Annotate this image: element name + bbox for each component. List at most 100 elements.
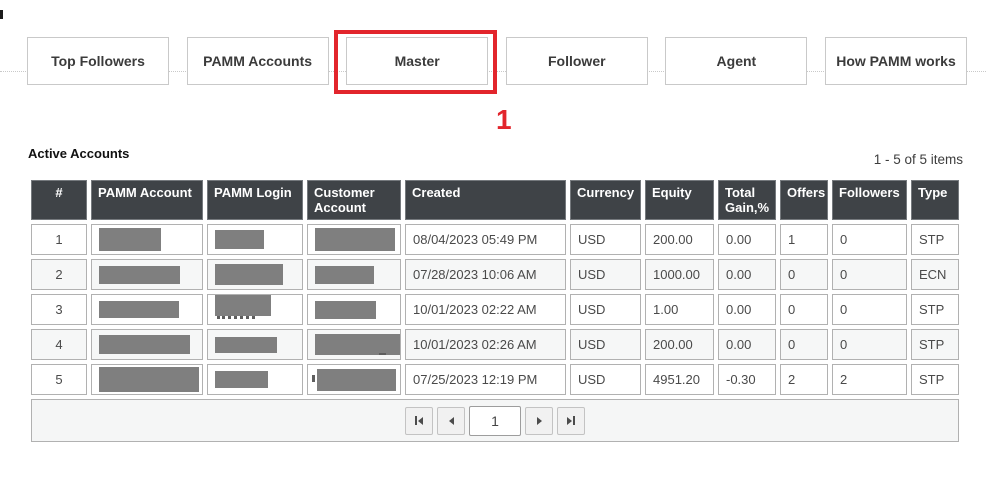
offers-cell: 0 [780, 294, 828, 325]
row-number: 1 [31, 224, 87, 255]
col-header-pamm-account[interactable]: PAMM Account [91, 180, 203, 220]
equity-cell: 200.00 [645, 329, 714, 360]
equity-cell: 1.00 [645, 294, 714, 325]
pamm-account-cell [91, 294, 203, 325]
col-header-followers[interactable]: Followers [832, 180, 907, 220]
section-title: Active Accounts [28, 146, 129, 161]
total-gain-cell: -0.30 [718, 364, 776, 395]
offers-cell: 0 [780, 259, 828, 290]
type-cell: STP [911, 364, 959, 395]
row-number: 3 [31, 294, 87, 325]
currency-cell: USD [570, 364, 641, 395]
table-row: 5 07/25/2023 12:19 PM USD 4951.20 -0.30 … [31, 364, 959, 395]
pamm-login-cell [207, 329, 303, 360]
redacted-value [315, 228, 395, 251]
followers-cell: 0 [832, 259, 907, 290]
table-row: 4 10/01/2023 02:26 AM USD 200.00 0.00 0 … [31, 329, 959, 360]
pamm-accounts-page: Top Followers PAMM Accounts Master Follo… [0, 0, 986, 482]
offers-cell: 0 [780, 329, 828, 360]
followers-cell: 0 [832, 294, 907, 325]
pamm-login-cell [207, 259, 303, 290]
tab-follower[interactable]: Follower [506, 37, 648, 85]
redacted-value [215, 294, 271, 316]
type-cell: ECN [911, 259, 959, 290]
redacted-value [99, 367, 199, 392]
next-page-button[interactable] [525, 407, 553, 435]
annotation-step-number: 1 [496, 104, 512, 136]
equity-cell: 1000.00 [645, 259, 714, 290]
customer-account-cell [307, 294, 401, 325]
redacted-value [99, 228, 161, 251]
customer-account-cell [307, 224, 401, 255]
first-page-button[interactable] [405, 407, 433, 435]
customer-account-cell [307, 259, 401, 290]
col-header-type[interactable]: Type [911, 180, 959, 220]
pamm-login-cell [207, 294, 303, 325]
redacted-value [315, 266, 374, 284]
row-number: 5 [31, 364, 87, 395]
page-number-input[interactable] [469, 406, 521, 436]
prev-page-button[interactable] [437, 407, 465, 435]
previous-page-icon [449, 417, 454, 425]
pamm-account-cell [91, 224, 203, 255]
redacted-value [315, 301, 376, 319]
redacted-value [99, 266, 180, 284]
offers-cell: 2 [780, 364, 828, 395]
col-header-currency[interactable]: Currency [570, 180, 641, 220]
next-page-icon [537, 417, 542, 425]
col-header-total-gain[interactable]: Total Gain,% [718, 180, 776, 220]
pamm-account-cell [91, 329, 203, 360]
table-row: 3 10/01/2023 02:22 AM USD 1.00 0.00 0 0 … [31, 294, 959, 325]
currency-cell: USD [570, 294, 641, 325]
row-number: 4 [31, 329, 87, 360]
pagination-controls [32, 406, 958, 436]
text-remnant [312, 375, 315, 382]
redacted-value [315, 334, 400, 355]
redacted-value [215, 230, 264, 249]
text-remnant [217, 316, 255, 319]
redacted-value [99, 301, 179, 318]
pamm-login-cell [207, 364, 303, 395]
pager-bar [31, 399, 959, 442]
col-header-number[interactable]: # [31, 180, 87, 220]
customer-account-cell [307, 364, 401, 395]
total-gain-cell: 0.00 [718, 329, 776, 360]
last-page-button[interactable] [557, 407, 585, 435]
type-cell: STP [911, 294, 959, 325]
text-remnant [379, 353, 386, 355]
created-cell: 10/01/2023 02:26 AM [405, 329, 566, 360]
tab-pamm-accounts[interactable]: PAMM Accounts [187, 37, 329, 85]
created-cell: 07/28/2023 10:06 AM [405, 259, 566, 290]
row-number: 2 [31, 259, 87, 290]
col-header-pamm-login[interactable]: PAMM Login [207, 180, 303, 220]
type-cell: STP [911, 224, 959, 255]
col-header-customer-account[interactable]: Customer Account [307, 180, 401, 220]
followers-cell: 2 [832, 364, 907, 395]
active-accounts-table: # PAMM Account PAMM Login Customer Accou… [27, 176, 963, 446]
tab-top-followers[interactable]: Top Followers [27, 37, 169, 85]
col-header-offers[interactable]: Offers [780, 180, 828, 220]
seek-to-first-page-icon [415, 416, 417, 425]
redacted-value [215, 337, 277, 353]
pamm-login-cell [207, 224, 303, 255]
currency-cell: USD [570, 224, 641, 255]
equity-cell: 200.00 [645, 224, 714, 255]
offers-cell: 1 [780, 224, 828, 255]
type-cell: STP [911, 329, 959, 360]
created-cell: 07/25/2023 12:19 PM [405, 364, 566, 395]
tab-master[interactable]: Master [346, 37, 488, 85]
tab-how-pamm-works[interactable]: How PAMM works [825, 37, 967, 85]
created-cell: 10/01/2023 02:22 AM [405, 294, 566, 325]
pager-row [31, 399, 959, 442]
table-row: 1 08/04/2023 05:49 PM USD 200.00 0.00 1 … [31, 224, 959, 255]
pamm-account-cell [91, 259, 203, 290]
tab-agent[interactable]: Agent [665, 37, 807, 85]
redacted-value [215, 264, 283, 285]
followers-cell: 0 [832, 224, 907, 255]
col-header-created[interactable]: Created [405, 180, 566, 220]
redacted-value [215, 371, 268, 388]
pamm-account-cell [91, 364, 203, 395]
col-header-equity[interactable]: Equity [645, 180, 714, 220]
table-row: 2 07/28/2023 10:06 AM USD 1000.00 0.00 0… [31, 259, 959, 290]
total-gain-cell: 0.00 [718, 224, 776, 255]
